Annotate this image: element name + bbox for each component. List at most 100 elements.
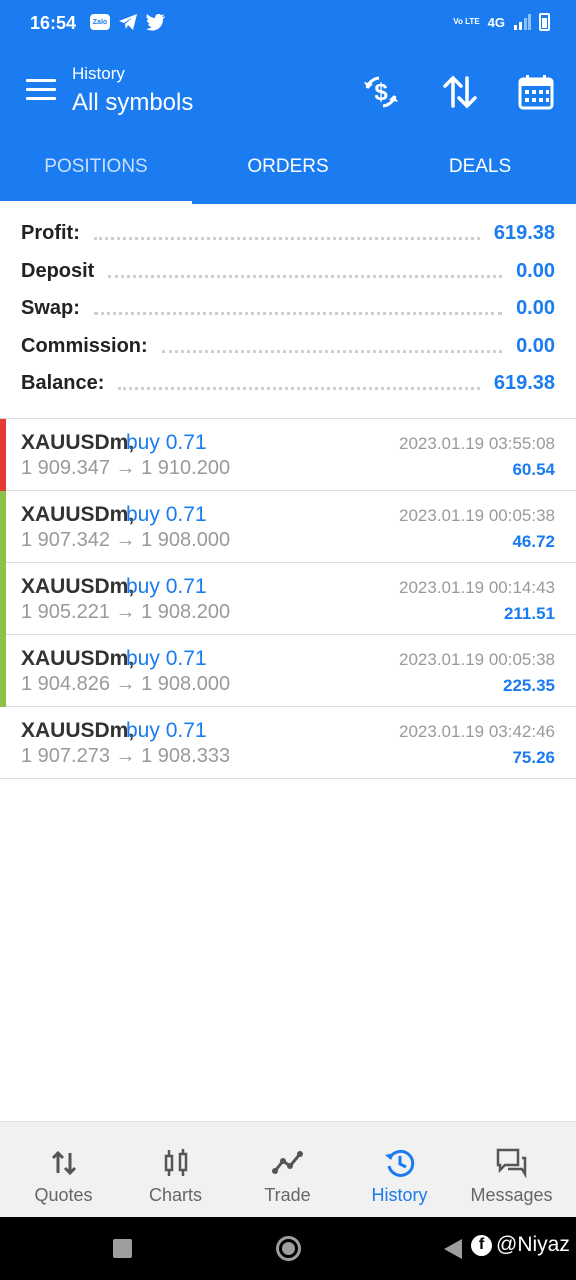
list-item[interactable]: XAUUSDm, buy 0.71 1 905.221 → 1 908.200 … <box>0 563 576 635</box>
nav-label: History <box>371 1185 428 1205</box>
deal-time: 2023.01.19 03:42:46 <box>399 722 555 741</box>
bottom-nav: Quotes Charts Trade History Messages <box>0 1121 576 1217</box>
close-price: 1 908.000 <box>141 673 231 695</box>
deal-symbol: XAUUSDm, <box>21 503 135 526</box>
status-system-icons: Vo LTE 4G <box>453 13 550 31</box>
arrow-icon: → <box>115 457 136 479</box>
deal-time: 2023.01.19 03:55:08 <box>399 434 555 453</box>
tab-positions[interactable]: POSITIONS <box>0 130 192 204</box>
deal-symbol: XAUUSDm, <box>21 575 135 598</box>
zalo-icon: Zalo <box>90 14 110 30</box>
dotted-leader <box>118 387 480 391</box>
telegram-icon <box>119 14 137 30</box>
deal-profit: 46.72 <box>512 532 555 551</box>
close-price: 1 908.000 <box>141 529 231 551</box>
currency-exchange-icon[interactable]: $ <box>361 72 401 112</box>
signal-icon <box>514 14 531 30</box>
twitter-icon <box>146 13 165 31</box>
deal-symbol: XAUUSDm, <box>21 647 135 670</box>
arrow-icon: → <box>115 673 136 695</box>
open-price: 1 909.347 <box>21 457 110 479</box>
charts-icon <box>159 1146 193 1180</box>
deal-type: buy 0.71 <box>126 647 207 670</box>
nav-quotes[interactable]: Quotes <box>6 1122 121 1218</box>
tab-indicator <box>0 201 192 204</box>
open-price: 1 905.221 <box>21 601 110 623</box>
dotted-leader <box>93 312 503 316</box>
battery-icon <box>539 13 550 31</box>
history-icon <box>383 1146 417 1180</box>
recent-apps-button[interactable] <box>113 1239 132 1258</box>
nav-messages[interactable]: Messages <box>454 1122 569 1218</box>
deal-prices: 1 904.826 → 1 908.000 <box>21 673 230 696</box>
deal-type: buy 0.71 <box>126 575 207 598</box>
app-bar: History All symbols $ <box>0 50 576 130</box>
status-bar: 16:54 Zalo Vo LTE 4G <box>0 0 576 50</box>
status-notification-icons: Zalo <box>90 13 166 31</box>
page-subtitle: History <box>72 64 125 83</box>
deal-marker <box>0 635 6 707</box>
deal-type: buy 0.71 <box>126 431 207 454</box>
dotted-leader <box>161 349 503 353</box>
arrow-icon: → <box>115 529 136 551</box>
nav-history[interactable]: History <box>342 1122 457 1218</box>
status-time: 16:54 <box>30 13 77 33</box>
arrow-icon: → <box>115 601 136 623</box>
nav-charts[interactable]: Charts <box>118 1122 233 1218</box>
deal-profit: 75.26 <box>512 748 555 767</box>
deal-symbol: XAUUSDm, <box>21 719 135 742</box>
network-type: 4G <box>487 14 505 30</box>
home-button[interactable] <box>276 1236 301 1261</box>
summary-row-profit: Profit: 619.38 <box>0 215 576 253</box>
summary-panel: Profit: 619.38 Deposit 0.00 Swap: 0.00 C… <box>0 215 576 403</box>
summary-value: 0.00 <box>516 259 555 282</box>
summary-label: Swap: <box>21 297 80 320</box>
summary-value: 619.38 <box>493 222 555 245</box>
deal-marker <box>0 419 6 491</box>
messages-icon <box>495 1146 529 1180</box>
symbol-filter-title[interactable]: All symbols <box>72 89 193 117</box>
deal-time: 2023.01.19 00:14:43 <box>399 578 555 597</box>
deal-profit: 211.51 <box>503 604 555 623</box>
svg-text:$: $ <box>374 79 388 106</box>
list-item[interactable]: XAUUSDm, buy 0.71 1 907.273 → 1 908.333 … <box>0 707 576 779</box>
summary-value: 619.38 <box>493 372 555 395</box>
deal-marker <box>0 563 6 635</box>
nav-label: Quotes <box>34 1185 93 1205</box>
tab-orders[interactable]: ORDERS <box>192 130 384 204</box>
open-price: 1 907.273 <box>21 745 110 767</box>
deal-profit: 225.35 <box>503 676 555 695</box>
close-price: 1 908.200 <box>141 601 231 623</box>
tab-deals[interactable]: DEALS <box>384 130 576 204</box>
nav-trade[interactable]: Trade <box>230 1122 345 1218</box>
system-nav-bar: f @Niyaz <box>0 1217 576 1280</box>
nav-label: Messages <box>470 1185 553 1205</box>
nav-label: Trade <box>264 1185 311 1205</box>
summary-value: 0.00 <box>516 334 555 357</box>
deal-symbol: XAUUSDm, <box>21 431 135 454</box>
summary-label: Deposit <box>21 259 95 282</box>
sort-icon[interactable] <box>440 72 480 112</box>
quotes-icon <box>47 1146 81 1180</box>
list-item[interactable]: XAUUSDm, buy 0.71 1 909.347 → 1 910.200 … <box>0 419 576 491</box>
list-item[interactable]: XAUUSDm, buy 0.71 1 907.342 → 1 908.000 … <box>0 491 576 563</box>
summary-row-commission: Commission: 0.00 <box>0 328 576 366</box>
trade-icon <box>271 1146 305 1180</box>
dotted-leader <box>93 237 480 241</box>
menu-icon[interactable] <box>26 79 56 101</box>
back-button[interactable] <box>444 1239 462 1259</box>
deal-marker <box>0 707 6 779</box>
deals-list: XAUUSDm, buy 0.71 1 909.347 → 1 910.200 … <box>0 419 576 779</box>
close-price: 1 908.333 <box>141 745 231 767</box>
deal-prices: 1 909.347 → 1 910.200 <box>21 457 230 480</box>
deal-time: 2023.01.19 00:05:38 <box>399 650 555 669</box>
facebook-icon: f <box>471 1234 492 1256</box>
list-item[interactable]: XAUUSDm, buy 0.71 1 904.826 → 1 908.000 … <box>0 635 576 707</box>
calendar-icon[interactable] <box>516 72 556 112</box>
summary-label: Commission: <box>21 334 148 357</box>
close-price: 1 910.200 <box>141 457 231 479</box>
deal-prices: 1 905.221 → 1 908.200 <box>21 601 230 624</box>
deal-prices: 1 907.342 → 1 908.000 <box>21 529 230 552</box>
watermark: f @Niyaz <box>471 1233 570 1257</box>
deal-profit: 60.54 <box>512 460 555 479</box>
